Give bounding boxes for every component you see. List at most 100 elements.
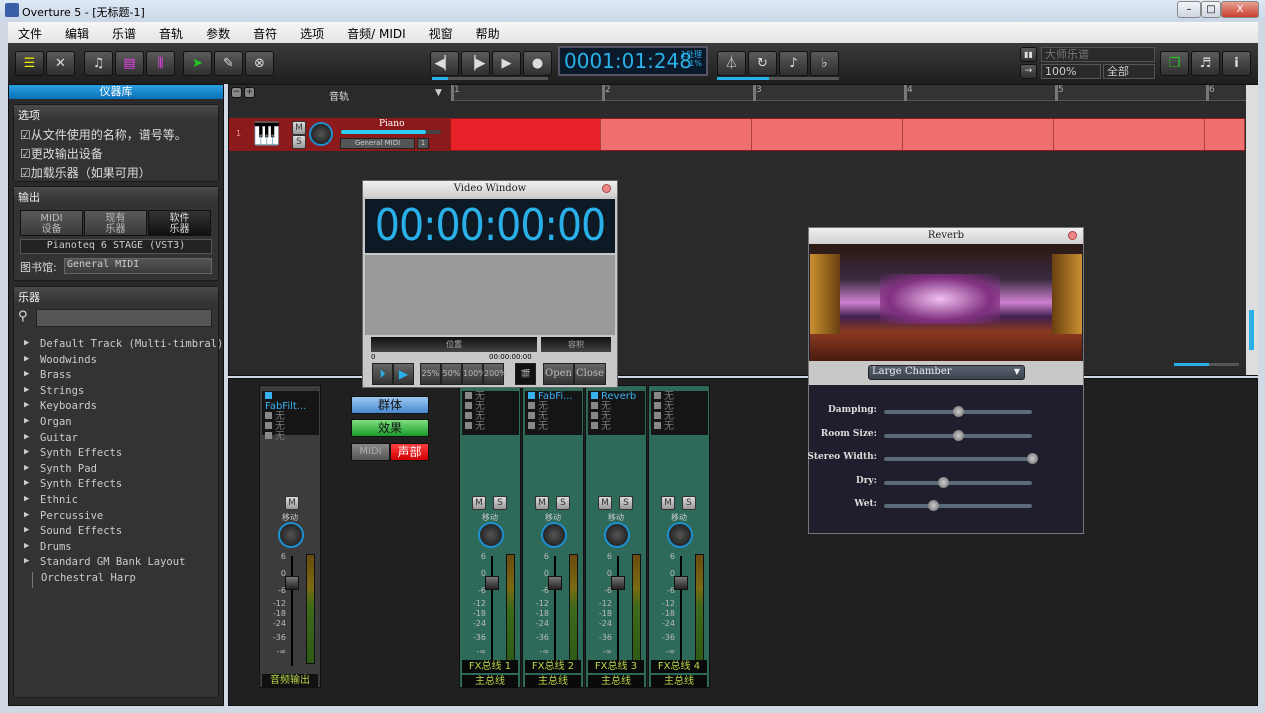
- option-checkbox[interactable]: ☑加载乐器（如果可用）: [14, 163, 218, 182]
- option-checkbox[interactable]: ☑更改输出设备: [14, 144, 218, 163]
- tempo-slider[interactable]: [432, 77, 548, 80]
- expand-triangle-icon[interactable]: ▶: [24, 385, 29, 395]
- slider-thumb[interactable]: [953, 406, 964, 417]
- param-slider[interactable]: [884, 476, 1032, 488]
- piano-roll-icon[interactable]: ▤: [115, 51, 144, 76]
- close-icon[interactable]: [1068, 231, 1077, 240]
- instrument-category[interactable]: ▶ Woodwinds: [20, 354, 216, 370]
- track-volume-slider[interactable]: [341, 130, 441, 134]
- clip[interactable]: [752, 119, 903, 150]
- slider-thumb[interactable]: [1027, 453, 1038, 464]
- insert-slot[interactable]: 无: [654, 402, 705, 412]
- track-row[interactable]: 1 🎹 M S Piano General MIDI 1: [229, 118, 1245, 151]
- insert-slot[interactable]: 无: [654, 422, 705, 432]
- instrument-category[interactable]: ▶ Brass: [20, 369, 216, 385]
- insert-slot[interactable]: 无: [591, 422, 642, 432]
- close-icon[interactable]: [602, 184, 611, 193]
- fader-handle[interactable]: [548, 576, 562, 590]
- expand-triangle-icon[interactable]: ▶: [24, 354, 29, 364]
- expand-triangle-icon[interactable]: ▶: [24, 556, 29, 566]
- minimize-button[interactable]: –: [1177, 1, 1201, 18]
- metronome-icon[interactable]: ⏃: [717, 51, 746, 76]
- insert-slot[interactable]: 无: [654, 412, 705, 422]
- select-arrow-icon[interactable]: ➤: [183, 51, 212, 76]
- instrument-category[interactable]: ▶ Guitar: [20, 432, 216, 448]
- menu-item[interactable]: 选项: [290, 22, 334, 43]
- parts-button[interactable]: 声部: [390, 443, 429, 461]
- menu-item[interactable]: 编辑: [55, 22, 99, 43]
- insert-slot[interactable]: 无: [465, 392, 516, 402]
- zoom-button[interactable]: 25%: [420, 363, 441, 385]
- score-select[interactable]: 大师乐谱: [1041, 47, 1155, 62]
- chevron-down-icon[interactable]: ▼: [435, 88, 442, 98]
- preset-select[interactable]: Large Chamber ▼: [868, 365, 1025, 380]
- clapperboard-icon[interactable]: 🎬: [515, 363, 536, 385]
- strip-output[interactable]: 主总线: [651, 675, 707, 688]
- solo-button[interactable]: S: [493, 496, 507, 510]
- view-select[interactable]: 全部: [1103, 64, 1155, 79]
- clip[interactable]: [1054, 119, 1205, 150]
- instrument-category[interactable]: ▶ Sound Effects: [20, 525, 216, 541]
- record-icon[interactable]: ●: [523, 51, 552, 76]
- vertical-scrollbar[interactable]: [1246, 85, 1258, 375]
- note-icon[interactable]: ♫: [84, 51, 113, 76]
- strip-output[interactable]: 主总线: [525, 675, 581, 688]
- volume-slider[interactable]: 容积: [541, 337, 611, 352]
- pencil-icon[interactable]: ✎: [214, 51, 243, 76]
- insert-slot[interactable]: 无: [591, 402, 642, 412]
- close-button[interactable]: Close: [574, 363, 606, 385]
- midi-button[interactable]: MIDI: [351, 443, 390, 461]
- expand-triangle-icon[interactable]: ▶: [24, 525, 29, 535]
- menu-item[interactable]: 文件: [8, 22, 52, 43]
- instrument-category[interactable]: ▶ Synth Effects: [20, 447, 216, 463]
- pan-knob[interactable]: [667, 522, 693, 548]
- volume-fader[interactable]: [554, 556, 556, 666]
- pan-knob[interactable]: [309, 122, 333, 146]
- instrument-category[interactable]: ▶ Standard GM Bank Layout: [20, 556, 216, 572]
- instrument-category[interactable]: ▶ Keyboards: [20, 400, 216, 416]
- volume-fader[interactable]: [491, 556, 493, 666]
- note-value-icon[interactable]: ♪: [779, 51, 808, 76]
- clip[interactable]: [451, 119, 601, 150]
- maximize-button[interactable]: □: [1201, 1, 1221, 18]
- insert-slot[interactable]: 无: [591, 412, 642, 422]
- clip[interactable]: [601, 119, 752, 150]
- insert-slot[interactable]: 无: [265, 432, 316, 442]
- menu-item[interactable]: 音符: [243, 22, 287, 43]
- instrument-search-input[interactable]: [36, 309, 212, 327]
- option-checkbox[interactable]: ☑从文件使用的名称，谱号等。: [14, 125, 218, 144]
- instrument-category[interactable]: ▶ Synth Pad: [20, 463, 216, 479]
- erase-icon[interactable]: ⊗: [245, 51, 274, 76]
- pan-knob[interactable]: [604, 522, 630, 548]
- slider-thumb[interactable]: [927, 500, 939, 511]
- mute-button[interactable]: M: [661, 496, 675, 510]
- insert-slot[interactable]: FabFilt...: [265, 392, 316, 412]
- insert-slot[interactable]: 无: [465, 402, 516, 412]
- instrument-category[interactable]: ▶ Drums: [20, 541, 216, 557]
- menu-item[interactable]: 帮助: [466, 22, 510, 43]
- strip-output[interactable]: 主总线: [588, 675, 644, 688]
- insert-slot[interactable]: 无: [465, 412, 516, 422]
- effects-button[interactable]: 效果: [351, 419, 429, 437]
- pan-knob[interactable]: [278, 522, 304, 548]
- layout-icon[interactable]: ▮▮: [1020, 47, 1037, 62]
- strip-output[interactable]: 主总线: [462, 675, 518, 688]
- expand-triangle-icon[interactable]: ▶: [24, 447, 29, 457]
- insert-slot[interactable]: 无: [654, 392, 705, 402]
- insert-slot[interactable]: 无: [528, 402, 579, 412]
- mute-button[interactable]: M: [472, 496, 486, 510]
- output-tab[interactable]: MIDI 设备: [20, 210, 83, 236]
- volume-fader[interactable]: [680, 556, 682, 666]
- menu-item[interactable]: 视窗: [419, 22, 463, 43]
- instrument-category[interactable]: ▶ Organ: [20, 416, 216, 432]
- solo-button[interactable]: S: [619, 496, 633, 510]
- expand-triangle-icon[interactable]: ▶: [24, 510, 29, 520]
- library-select[interactable]: General MIDI: [64, 258, 212, 274]
- instrument-category[interactable]: ▶ Default Track (Multi-timbral): [20, 338, 223, 354]
- expand-triangle-icon[interactable]: ▶: [24, 478, 29, 488]
- instrument-category[interactable]: ▶ Strings: [20, 385, 216, 401]
- play-icon[interactable]: ▶: [393, 363, 414, 385]
- zoom-button[interactable]: 100%: [462, 363, 486, 385]
- menu-item[interactable]: 音轨: [149, 22, 193, 43]
- output-tab[interactable]: 现有 乐器: [84, 210, 147, 236]
